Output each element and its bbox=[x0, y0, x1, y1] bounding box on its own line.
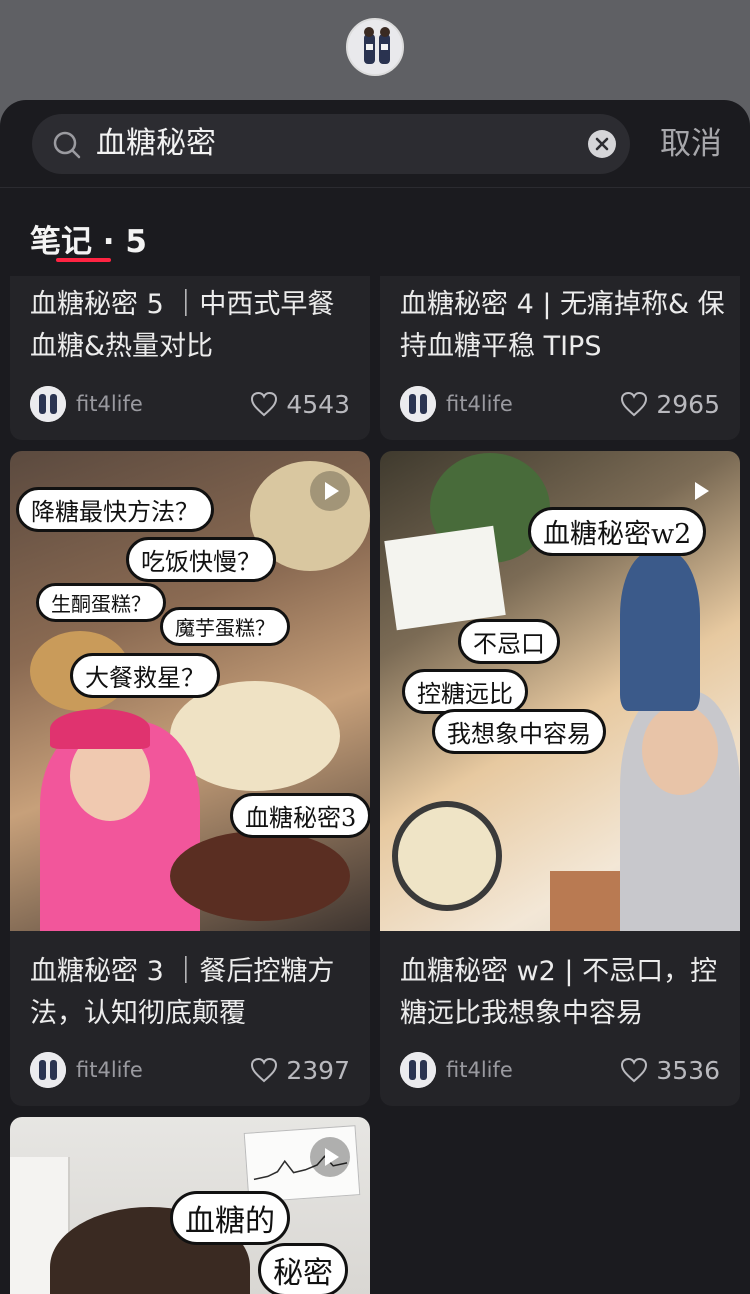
note-meta: fit4life 4543 bbox=[30, 386, 350, 422]
like-count: 3536 bbox=[656, 1055, 720, 1085]
search-icon bbox=[53, 131, 81, 159]
note-title: 血糖秘密 5 ｜中西式早餐 血糖&热量对比 bbox=[30, 289, 335, 362]
avatar[interactable] bbox=[400, 386, 436, 422]
cover-caption: 血糖秘密w2 bbox=[528, 507, 707, 556]
top-bar bbox=[0, 0, 750, 100]
heart-icon bbox=[251, 1057, 278, 1083]
note-title: 血糖秘密 4 | 无痛掉称& 保持血糖平稳 TIPS bbox=[400, 289, 725, 362]
video-play-icon bbox=[310, 471, 350, 511]
avatar[interactable] bbox=[30, 386, 66, 422]
note-card[interactable]: 降糖最快方法？ 吃饭快慢？ 生酮蛋糕？ 魔芋蛋糕？ 大餐救星？ 血糖秘密3 血糖… bbox=[10, 451, 370, 1106]
cover-caption: 血糖秘密3 bbox=[230, 793, 370, 838]
search-bar bbox=[32, 114, 630, 174]
clear-search-button[interactable] bbox=[588, 130, 616, 158]
like-count: 4543 bbox=[286, 389, 350, 419]
cover-caption: 我想象中容易 bbox=[432, 709, 606, 754]
note-card[interactable]: 血糖秘密 4 | 无痛掉称& 保持血糖平稳 TIPS fit4life 2965 bbox=[380, 276, 740, 440]
like-button[interactable]: 2965 bbox=[620, 386, 720, 422]
close-icon bbox=[595, 137, 609, 151]
author-name[interactable]: fit4life bbox=[76, 1054, 143, 1086]
avatar[interactable] bbox=[400, 1052, 436, 1088]
note-title: 血糖秘密 3 ｜餐后控糖方法，认知彻底颠覆 bbox=[30, 956, 335, 1029]
like-count: 2965 bbox=[656, 389, 720, 419]
video-play-icon bbox=[310, 1137, 350, 1177]
search-results-sheet: 取消 笔记 · 5 血糖秘密 5 ｜中西式早餐 血糖&热量对比 fit4life… bbox=[0, 100, 750, 1294]
like-button[interactable]: 2397 bbox=[250, 1052, 350, 1088]
author-name[interactable]: fit4life bbox=[446, 1054, 513, 1086]
note-cover-image: 降糖最快方法？ 吃饭快慢？ 生酮蛋糕？ 魔芋蛋糕？ 大餐救星？ 血糖秘密3 bbox=[10, 451, 370, 931]
like-button[interactable]: 4543 bbox=[250, 386, 350, 422]
author-name[interactable]: fit4life bbox=[76, 388, 143, 420]
cover-caption: 控糖远比 bbox=[402, 669, 528, 714]
cover-caption: 魔芋蛋糕？ bbox=[160, 607, 290, 646]
note-meta: fit4life 2397 bbox=[30, 1052, 350, 1088]
note-card[interactable]: 血糖秘密 5 ｜中西式早餐 血糖&热量对比 fit4life 4543 bbox=[10, 276, 370, 440]
note-title: 血糖秘密 w2 | 不忌口，控糖远比我想象中容易 bbox=[400, 956, 718, 1029]
cover-caption: 吃饭快慢？ bbox=[126, 537, 276, 582]
cover-caption: 降糖最快方法？ bbox=[16, 487, 214, 532]
search-input[interactable] bbox=[96, 114, 556, 174]
note-card[interactable]: 血糖秘密w2 不忌口 控糖远比 我想象中容易 血糖秘密 w2 | 不忌口，控糖远… bbox=[380, 451, 740, 1106]
note-cover-image: 血糖秘密w2 不忌口 控糖远比 我想象中容易 bbox=[380, 451, 740, 931]
cover-caption: 大餐救星？ bbox=[70, 653, 220, 698]
heart-icon bbox=[621, 391, 648, 417]
cover-caption: 不忌口 bbox=[458, 619, 560, 664]
author-name[interactable]: fit4life bbox=[446, 388, 513, 420]
cancel-button[interactable]: 取消 bbox=[660, 124, 722, 164]
cover-caption: 生酮蛋糕？ bbox=[36, 583, 166, 622]
like-count: 2397 bbox=[286, 1055, 350, 1085]
cover-caption: 血糖的 bbox=[170, 1191, 290, 1245]
heart-icon bbox=[251, 391, 278, 417]
avatar[interactable] bbox=[30, 1052, 66, 1088]
note-meta: fit4life 3536 bbox=[400, 1052, 720, 1088]
video-play-icon bbox=[680, 471, 720, 511]
divider bbox=[0, 187, 750, 188]
heart-icon bbox=[621, 1057, 648, 1083]
note-card[interactable]: 血糖的 秘密 bbox=[10, 1117, 370, 1294]
profile-avatar[interactable] bbox=[346, 18, 404, 76]
like-button[interactable]: 3536 bbox=[620, 1052, 720, 1088]
cover-caption: 秘密 bbox=[258, 1243, 348, 1294]
tab-active-indicator bbox=[56, 258, 111, 262]
tab-notes[interactable]: 笔记 · 5 bbox=[30, 216, 147, 261]
note-meta: fit4life 2965 bbox=[400, 386, 720, 422]
note-cover-image: 血糖的 秘密 bbox=[10, 1117, 370, 1294]
